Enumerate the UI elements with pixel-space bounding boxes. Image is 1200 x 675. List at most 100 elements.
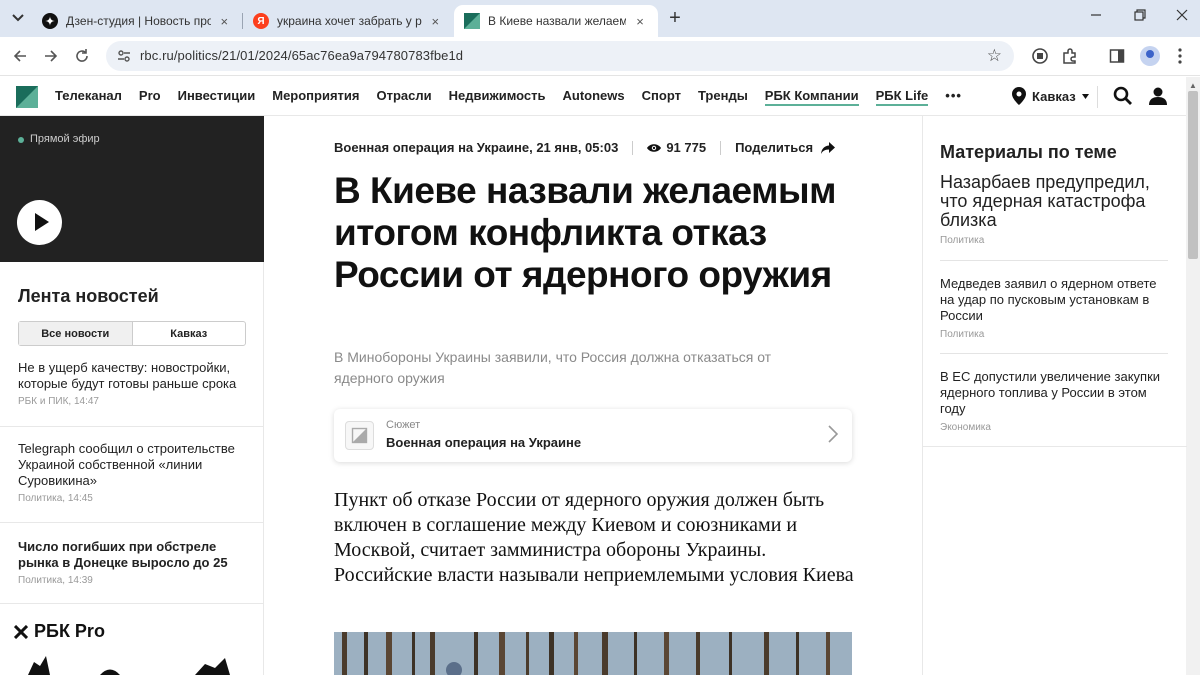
header-divider <box>1097 86 1098 108</box>
divider <box>940 353 1168 354</box>
forward-arrow-icon[interactable] <box>40 45 62 67</box>
new-tab-button[interactable]: + <box>664 8 686 28</box>
browser-tab-active[interactable]: В Киеве назвали желаемым ит × <box>454 5 658 37</box>
rbc-favicon-icon <box>464 13 480 29</box>
region-selector[interactable]: Кавказ <box>1012 87 1089 105</box>
scrollbar-thumb[interactable] <box>1188 91 1198 259</box>
share-arrow-icon[interactable] <box>821 141 836 154</box>
nav-item[interactable]: РБК Life <box>875 88 929 106</box>
story-icon <box>345 421 374 450</box>
live-player[interactable]: Прямой эфир <box>0 116 264 262</box>
play-button[interactable] <box>17 200 62 245</box>
divider <box>940 260 1168 261</box>
article-photo[interactable] <box>334 632 852 675</box>
close-tab-icon[interactable]: × <box>217 14 232 29</box>
extension-shield-icon[interactable] <box>1030 46 1050 66</box>
eye-icon <box>647 143 662 152</box>
nav-item[interactable]: Мероприятия <box>272 88 359 106</box>
divider <box>0 426 264 427</box>
region-label: Кавказ <box>1032 88 1076 104</box>
news-item-title[interactable]: Telegraph сообщил о строительстве Украин… <box>18 441 246 489</box>
article-story-date[interactable]: Военная операция на Украине, 21 янв, 05:… <box>334 140 618 155</box>
back-arrow-icon[interactable] <box>9 45 31 67</box>
search-icon[interactable] <box>1113 86 1133 106</box>
reload-icon[interactable] <box>71 45 93 67</box>
site-header: Телеканал Pro Инвестиции Мероприятия Отр… <box>0 77 1186 116</box>
close-tab-icon[interactable]: × <box>428 14 443 29</box>
related-item-category[interactable]: Политика <box>940 329 1168 340</box>
tab-title: Дзен-студия | Новость про ЯО <box>66 14 211 28</box>
nav-item[interactable]: Pro <box>139 88 161 106</box>
related-item[interactable]: Медведев заявил о ядерном ответе на удар… <box>940 276 1168 340</box>
location-pin-icon <box>1012 87 1026 105</box>
news-item-title[interactable]: Не в ущерб качеству: новостройки, которы… <box>18 360 246 392</box>
browser-tab-1[interactable]: Дзен-студия | Новость про ЯО × <box>32 5 242 37</box>
news-feed-title: Лента новостей <box>18 286 159 306</box>
news-feed-tabs: Все новости Кавказ <box>18 321 246 346</box>
minimize-icon[interactable] <box>1086 8 1106 24</box>
rbc-logo-icon[interactable] <box>16 86 38 108</box>
news-item[interactable]: Число погибших при обстреле рынка в Доне… <box>18 539 246 586</box>
extensions-puzzle-icon[interactable] <box>1060 46 1080 66</box>
divider <box>923 446 1187 447</box>
close-window-icon[interactable] <box>1172 8 1192 24</box>
scroll-up-icon[interactable]: ▲ <box>1189 81 1197 90</box>
article-lead: Пункт об отказе России от ядерного оружи… <box>334 489 854 586</box>
divider <box>0 522 264 523</box>
related-item-title[interactable]: Медведев заявил о ядерном ответе на удар… <box>940 276 1168 324</box>
share-label[interactable]: Поделиться <box>735 140 813 155</box>
nav-item[interactable]: РБК Компании <box>764 88 859 106</box>
divider <box>0 603 264 604</box>
feed-tab-region[interactable]: Кавказ <box>133 322 246 345</box>
browser-toolbar: rbc.ru/politics/21/01/2024/65ac76ea9a794… <box>0 37 1200 76</box>
related-item-title[interactable]: Назарбаев предупредил, что ядерная катас… <box>940 173 1168 230</box>
related-sidebar: Материалы по теме Назарбаев предупредил,… <box>922 116 1187 675</box>
nav-item[interactable]: Тренды <box>698 88 748 106</box>
profile-avatar[interactable] <box>1140 46 1160 66</box>
article-headline: В Киеве назвали желаемым итогом конфликт… <box>334 170 837 295</box>
feed-tab-all[interactable]: Все новости <box>19 322 133 345</box>
meta-divider <box>720 140 722 155</box>
nav-item[interactable]: Недвижимость <box>449 88 546 106</box>
caret-down-icon <box>1081 93 1089 99</box>
address-bar[interactable]: rbc.ru/politics/21/01/2024/65ac76ea9a794… <box>106 41 1014 71</box>
news-item-meta: Политика, 14:45 <box>18 493 93 504</box>
site-settings-icon[interactable] <box>116 48 132 64</box>
bookmark-star-icon[interactable]: ☆ <box>987 46 1002 66</box>
story-title[interactable]: Военная операция на Украине <box>386 435 581 450</box>
browser-tab-bar: Дзен-студия | Новость про ЯО × Я украина… <box>0 0 1200 37</box>
rbc-pro-logo[interactable]: РБК Pro <box>14 621 105 642</box>
news-item-title[interactable]: Число погибших при обстреле рынка в Доне… <box>18 539 246 571</box>
nav-more-button[interactable]: ••• <box>945 88 962 106</box>
story-card[interactable]: Сюжет Военная операция на Украине <box>334 409 852 462</box>
tab-title: В Киеве назвали желаемым ит <box>488 14 627 28</box>
related-item[interactable]: Назарбаев предупредил, что ядерная катас… <box>940 173 1168 247</box>
story-label: Сюжет <box>386 419 421 431</box>
nav-item[interactable]: Autonews <box>563 88 625 106</box>
tab-search-button[interactable] <box>6 7 30 29</box>
nav-item[interactable]: Отрасли <box>377 88 432 106</box>
nav-item[interactable]: Телеканал <box>55 88 122 106</box>
chevron-right-icon[interactable] <box>828 425 838 443</box>
page-scrollbar[interactable]: ▲ <box>1186 77 1200 675</box>
related-item-category[interactable]: Экономика <box>940 422 1168 433</box>
related-item[interactable]: В ЕС допустили увеличение закупки ядерно… <box>940 369 1168 433</box>
url-text[interactable]: rbc.ru/politics/21/01/2024/65ac76ea9a794… <box>140 48 463 63</box>
browser-menu-icon[interactable] <box>1170 46 1190 66</box>
related-title: Материалы по теме <box>940 142 1117 162</box>
nav-item[interactable]: Спорт <box>642 88 681 106</box>
user-icon[interactable] <box>1148 86 1168 106</box>
chevron-down-icon <box>12 14 24 22</box>
news-item-meta: Политика, 14:39 <box>18 575 93 586</box>
left-sidebar: Прямой эфир Лента новостей Все новости К… <box>0 116 264 675</box>
news-item[interactable]: Telegraph сообщил о строительстве Украин… <box>18 441 246 504</box>
side-panel-icon[interactable] <box>1107 46 1127 66</box>
related-item-category[interactable]: Политика <box>940 235 1168 246</box>
close-tab-icon[interactable]: × <box>632 14 648 29</box>
restore-icon[interactable] <box>1130 8 1150 24</box>
article-subtitle: В Минобороны Украины заявили, что Россия… <box>334 349 772 386</box>
related-item-title[interactable]: В ЕС допустили увеличение закупки ядерно… <box>940 369 1168 417</box>
nav-item[interactable]: Инвестиции <box>178 88 256 106</box>
news-item[interactable]: Не в ущерб качеству: новостройки, которы… <box>18 360 246 407</box>
browser-tab-2[interactable]: Я украина хочет забрать у росси × <box>243 5 453 37</box>
